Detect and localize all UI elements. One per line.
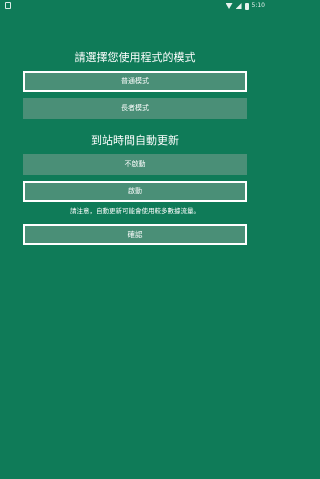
mode-title: 請選擇您使用程式的模式 <box>74 51 196 64</box>
auto-update-off-button[interactable]: 不啟動 <box>23 154 247 175</box>
signal-icon <box>235 3 242 9</box>
auto-update-title: 到站時間自動更新 <box>91 134 179 147</box>
notification-icon <box>5 2 11 9</box>
status-right: 5:10 <box>225 0 265 12</box>
wifi-icon <box>225 3 233 9</box>
normal-mode-button[interactable]: 普通模式 <box>23 71 247 92</box>
confirm-button[interactable]: 確認 <box>23 224 247 245</box>
status-bar: 5:10 <box>0 0 270 12</box>
battery-icon <box>244 2 249 10</box>
auto-update-on-button[interactable]: 啟動 <box>23 181 247 202</box>
status-time: 5:10 <box>251 2 265 9</box>
senior-mode-button[interactable]: 長者模式 <box>23 98 247 119</box>
data-usage-note: 請注意，自動更新可能會使用較多數據流量。 <box>70 207 200 215</box>
